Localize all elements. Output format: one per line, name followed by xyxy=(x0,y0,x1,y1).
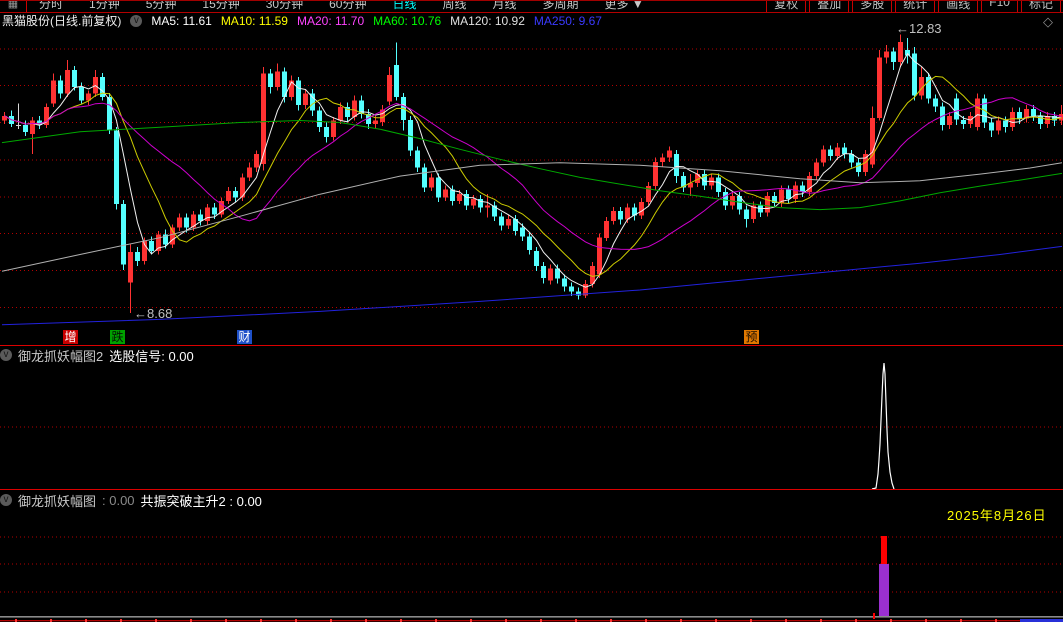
period-tab-8[interactable]: 月线 xyxy=(493,1,517,12)
period-tab-2[interactable]: 5分钟 xyxy=(146,1,177,12)
signal-line-chart xyxy=(0,362,1063,490)
resonance-bar-segment xyxy=(879,564,889,616)
period-tab-5[interactable]: 60分钟 xyxy=(329,1,366,12)
main-candlestick-chart xyxy=(0,34,1063,326)
period-menu: 分时 1分钟 5分钟 15分钟 30分钟 60分钟 日线 周线 月线 多周期 更多 ▼ xyxy=(39,1,644,12)
event-tag-0[interactable]: 增 xyxy=(63,330,78,344)
indicator-name[interactable]: 御龙抓妖幅图 xyxy=(18,491,96,510)
toolbar-buttons: 复权 叠加 多股 统计 画线 F10 标记 xyxy=(766,1,1061,12)
toolbar-button-0[interactable]: 复权 xyxy=(766,1,807,12)
toolbar-button-5[interactable]: F10 xyxy=(981,1,1018,12)
time-axis-line[interactable] xyxy=(0,620,1063,622)
toolbar-button-3[interactable]: 统计 xyxy=(895,1,936,12)
period-tab-10[interactable]: 更多 ▼ xyxy=(605,1,644,12)
low-price-label: ←8.68 xyxy=(134,306,173,321)
ma120-value: MA120: 10.92 xyxy=(450,13,525,28)
resonance-signal-value: 共振突破主升2 : 0.00 xyxy=(140,493,262,509)
ma250-value: MA250: 9.67 xyxy=(533,13,602,28)
stock-title: 黑猫股份(日线.前复权) xyxy=(2,14,122,28)
collapse-chevron-icon[interactable]: v xyxy=(0,494,12,506)
signal-spike xyxy=(871,362,895,490)
toolbar-button-2[interactable]: 多股 xyxy=(852,1,893,12)
ma-line-MA60 xyxy=(1,119,1063,211)
ma60-value: MA60: 10.76 xyxy=(373,13,442,28)
signal-value: 选股信号: 0.00 xyxy=(109,348,194,364)
toolbar-button-4[interactable]: 画线 xyxy=(938,1,979,12)
resonance-bar-segment xyxy=(881,536,887,564)
top-menu-bar: ▦ 分时 1分钟 5分钟 15分钟 30分钟 60分钟 日线 周线 月线 多周期 更多 ▼ 复权 叠加… xyxy=(0,0,1063,13)
signal-panel-header: v 御龙抓妖幅图2 选股信号: 0.00 xyxy=(0,346,194,365)
event-tag-1[interactable]: 跌 xyxy=(110,330,125,344)
indicator-value: : 0.00 xyxy=(102,492,135,508)
diamond-marker-icon: ◇ xyxy=(1043,14,1053,29)
ma5-value: MA5: 11.61 xyxy=(151,13,212,28)
period-tab-9[interactable]: 多周期 xyxy=(543,1,579,12)
period-tab-3[interactable]: 15分钟 xyxy=(202,1,239,12)
toolbar-button-6[interactable]: 标记 xyxy=(1020,1,1061,12)
ma10-value: MA10: 11.59 xyxy=(220,13,288,28)
period-tab-0[interactable]: 分时 xyxy=(39,1,63,12)
ma-line-MA20 xyxy=(4,97,1062,250)
period-tab-7[interactable]: 周线 xyxy=(442,1,466,12)
period-tab-6[interactable]: 日线 xyxy=(392,1,416,12)
event-tag-2[interactable]: 财 xyxy=(237,330,252,344)
collapse-chevron-icon[interactable]: v xyxy=(0,349,12,361)
period-tab-4[interactable]: 30分钟 xyxy=(266,1,303,12)
ma-line-MA5 xyxy=(4,52,1062,288)
period-tab-1[interactable]: 1分钟 xyxy=(89,1,120,12)
toolbar-button-1[interactable]: 叠加 xyxy=(809,1,850,12)
tdx-app-window: ▦ 分时 1分钟 5分钟 15分钟 30分钟 60分钟 日线 周线 月线 多周期 更多 ▼ 复权 叠加… xyxy=(0,0,1063,622)
event-tag-3[interactable]: 预 xyxy=(744,330,759,344)
chevron-down-icon[interactable]: v xyxy=(130,14,143,27)
high-price-label: ←12.83 xyxy=(896,21,942,36)
axis-baseline xyxy=(0,616,1063,618)
ma-line-MA10 xyxy=(4,75,1062,277)
cursor-date-label: 2025年8月26日 xyxy=(947,508,1047,523)
ma-line-MA120 xyxy=(1,162,1063,272)
indicator-name[interactable]: 御龙抓妖幅图2 xyxy=(18,346,103,365)
resonance-bar-chart xyxy=(0,536,1063,622)
axis-signal-tick xyxy=(873,613,875,619)
ma20-value: MA20: 11.70 xyxy=(296,13,365,28)
resonance-panel-header: v 御龙抓妖幅图 : 0.00 共振突破主升2 : 0.00 xyxy=(0,491,262,510)
